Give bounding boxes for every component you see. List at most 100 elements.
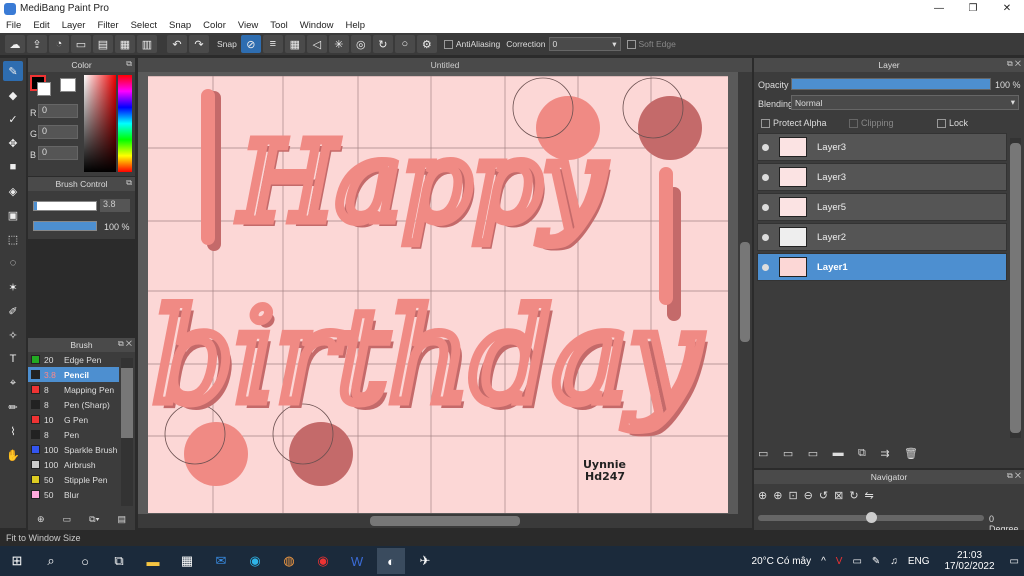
grid-icon[interactable]: ▦ [115, 35, 135, 53]
chrome-icon[interactable]: ◉ [309, 548, 337, 574]
move-tool-icon[interactable]: ✥ [3, 133, 23, 153]
close-button[interactable]: ✕ [990, 0, 1024, 17]
rotate-left-icon[interactable]: ↺ [819, 489, 828, 502]
search-icon[interactable]: ⌕ [37, 548, 65, 574]
duplicate-layer-icon[interactable]: ⧉ [858, 447, 866, 460]
new-folder-icon[interactable]: ▬ [833, 447, 844, 459]
eye-icon[interactable] [762, 203, 769, 211]
fit-window-icon[interactable]: ⊡ [788, 489, 797, 502]
menu-view[interactable]: View [232, 20, 264, 31]
layer-row[interactable]: Layer2 [757, 223, 1007, 251]
transparent-swatch[interactable] [60, 78, 76, 92]
canvas-document[interactable]: Happy Happy birthday birthday Uynnie Hd2… [148, 76, 728, 513]
brush-item[interactable]: 10 G Pen [28, 412, 119, 427]
shape-tool-icon[interactable]: ■ [3, 157, 23, 177]
comment-icon[interactable]: ◔ [49, 35, 69, 53]
flip-icon[interactable]: ⇋ [865, 489, 874, 502]
brush-settings-icon[interactable]: ▤ [117, 514, 126, 525]
layer-row-selected[interactable]: Layer1 [757, 253, 1007, 281]
add-brush-icon[interactable]: ⊕ [37, 514, 45, 525]
gradient-tool-icon[interactable]: ▣ [3, 205, 23, 225]
brush-item[interactable]: 8 Mapping Pen [28, 382, 119, 397]
lasso-tool-icon[interactable]: ◌ [3, 253, 23, 273]
saturation-value-picker[interactable] [84, 75, 116, 172]
panel-icon[interactable]: ▥ [137, 35, 157, 53]
brush-item[interactable]: 8 Pen [28, 427, 119, 442]
brush-item[interactable]: 100 Airbrush [28, 457, 119, 472]
menu-file[interactable]: File [0, 20, 27, 31]
menu-snap[interactable]: Snap [163, 20, 197, 31]
speaker-icon[interactable]: ♫ [890, 556, 898, 567]
vivaldi-icon[interactable]: V [836, 556, 843, 567]
select-eraser-icon[interactable]: ✧ [3, 325, 23, 345]
eye-icon[interactable] [762, 233, 769, 241]
hue-slider[interactable] [118, 75, 132, 172]
brush-item-selected[interactable]: 3.8 Pencil [28, 367, 119, 382]
snap-curve-icon[interactable]: ↻ [372, 35, 393, 53]
brush-size-value[interactable]: 3.8 [100, 199, 130, 212]
magic-wand-icon[interactable]: ✶ [3, 277, 23, 297]
brush-item[interactable]: 100 Sparkle Brush [28, 442, 119, 457]
clock[interactable]: 21:03 17/02/2022 [939, 550, 999, 572]
brush-page-icon[interactable]: ▭ [63, 514, 72, 525]
zoom-out-icon[interactable]: ⊖ [804, 489, 813, 502]
hand-tool-icon[interactable]: ✋ [3, 445, 23, 465]
correction-select[interactable]: 0 ▾ [548, 37, 621, 51]
store-icon[interactable]: ▦ [173, 548, 201, 574]
brush-list-scrollbar[interactable] [121, 358, 133, 506]
layer-row[interactable]: Layer3 [757, 133, 1007, 161]
brush-item[interactable]: 20 Edge Pen [28, 352, 119, 367]
layer-row[interactable]: Layer3 [757, 163, 1007, 191]
chevron-up-icon[interactable]: ^ [821, 556, 826, 567]
protect-alpha-checkbox[interactable] [761, 119, 770, 129]
snap-circle-icon[interactable]: ◎ [350, 35, 371, 53]
file-explorer-icon[interactable]: ▬ [139, 548, 167, 574]
panel-pop-icon[interactable]: ⧉ ✕ [1007, 59, 1021, 69]
snap-parallel-icon[interactable]: ≡ [262, 35, 283, 53]
zoom-in-icon[interactable]: ⊕ [758, 489, 767, 502]
snap-off-icon[interactable]: ⊘ [240, 35, 261, 53]
menu-layer[interactable]: Layer [56, 20, 92, 31]
divide-tool-icon[interactable]: ✏ [3, 397, 23, 417]
eye-icon[interactable] [762, 173, 769, 181]
menu-filter[interactable]: Filter [91, 20, 124, 31]
brush-tool-icon[interactable]: ✎ [3, 61, 23, 81]
clipping-checkbox[interactable] [849, 119, 858, 129]
eyedropper-tool-icon[interactable]: ⌇ [3, 421, 23, 441]
brush-item[interactable]: 8 Pen (Sharp) [28, 397, 119, 412]
medibang-icon[interactable]: ◐ [377, 548, 405, 574]
panel-pop-icon[interactable]: ⧉ [126, 178, 132, 188]
undo-icon[interactable]: ↶ [167, 35, 187, 53]
eraser-tool-icon[interactable]: ◆ [3, 85, 23, 105]
eye-icon[interactable] [762, 143, 769, 151]
menu-tool[interactable]: Tool [264, 20, 293, 31]
brush-item[interactable]: 50 Blur [28, 487, 119, 502]
menu-color[interactable]: Color [197, 20, 232, 31]
new-layer-icon[interactable]: ▭ [758, 447, 768, 460]
b-input[interactable]: 0 [38, 146, 78, 160]
redo-icon[interactable]: ↷ [189, 35, 209, 53]
soft-edge-checkbox[interactable] [626, 40, 636, 50]
notification-icon[interactable]: ▭ [1010, 556, 1019, 567]
layer-row[interactable]: Layer5 [757, 193, 1007, 221]
r-input[interactable]: 0 [38, 104, 78, 118]
weather-text[interactable]: 20°C Có mây [752, 556, 812, 567]
canvas-vertical-scrollbar[interactable] [738, 72, 752, 514]
panel-pop-icon[interactable]: ⧉ ✕ [1007, 471, 1021, 481]
new-halftone-layer-icon[interactable]: ▭ [808, 447, 818, 460]
cortana-icon[interactable]: ○ [71, 548, 99, 574]
delete-layer-icon[interactable]: 🗑 [904, 447, 918, 460]
merge-layer-icon[interactable]: ⇉ [880, 447, 889, 460]
rotate-right-icon[interactable]: ↻ [849, 489, 858, 502]
secondary-color-swatch[interactable] [37, 82, 51, 96]
lock-checkbox[interactable] [937, 119, 946, 129]
menu-help[interactable]: Help [340, 20, 372, 31]
browser-icon[interactable]: ◍ [275, 548, 303, 574]
snap-ellipse-icon[interactable]: ○ [394, 35, 415, 53]
fill-tool-icon[interactable]: ◈ [3, 181, 23, 201]
menu-select[interactable]: Select [125, 20, 163, 31]
brush-item[interactable]: 50 Stipple Pen [28, 472, 119, 487]
brush-size-slider[interactable] [33, 201, 97, 211]
menu-window[interactable]: Window [294, 20, 340, 31]
mail-icon[interactable]: ✉ [207, 548, 235, 574]
